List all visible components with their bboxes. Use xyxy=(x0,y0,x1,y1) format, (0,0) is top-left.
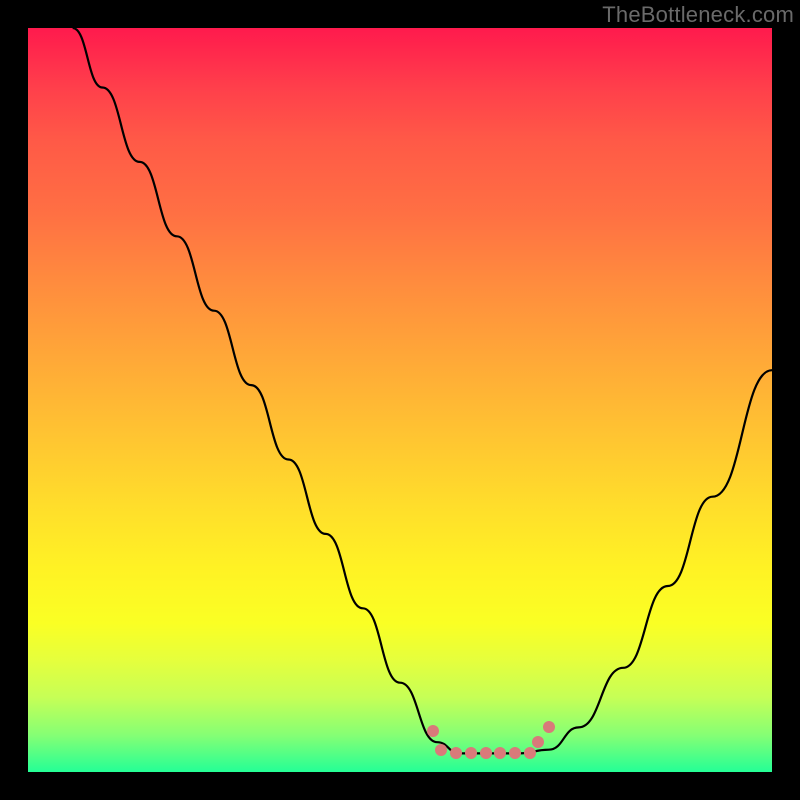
highlight-dot xyxy=(532,736,544,748)
highlight-dots xyxy=(28,28,772,772)
highlight-dot xyxy=(465,747,477,759)
highlight-dot xyxy=(427,725,439,737)
highlight-dot xyxy=(494,747,506,759)
plot-area xyxy=(28,28,772,772)
chart-frame: TheBottleneck.com xyxy=(0,0,800,800)
highlight-dot xyxy=(524,747,536,759)
highlight-dot xyxy=(509,747,521,759)
highlight-dot xyxy=(435,744,447,756)
highlight-dot xyxy=(450,747,462,759)
highlight-dot xyxy=(480,747,492,759)
highlight-dot xyxy=(543,721,555,733)
watermark-label: TheBottleneck.com xyxy=(602,2,794,28)
